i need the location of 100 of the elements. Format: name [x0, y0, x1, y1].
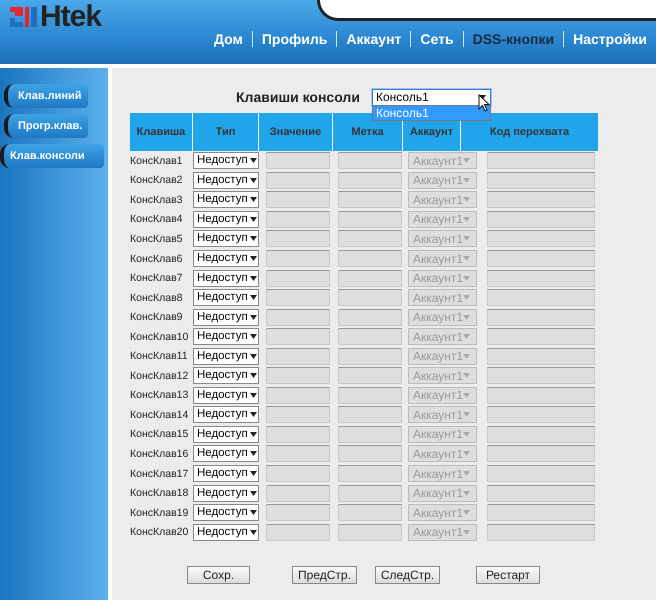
logo-text: Htek — [40, 4, 102, 30]
caret-icon — [250, 392, 257, 398]
key-label: КонсКлав18 — [130, 487, 190, 500]
label-field[interactable] — [338, 484, 402, 502]
caret-icon — [463, 510, 470, 516]
caret-icon — [250, 256, 257, 261]
pickup-code-field[interactable] — [487, 367, 595, 384]
column-header: Тип — [193, 113, 259, 151]
nav-tab[interactable]: Сеть — [411, 31, 463, 47]
caret-icon — [250, 314, 257, 320]
caret-icon — [463, 295, 470, 300]
caret-icon — [463, 412, 470, 418]
key-label: КонсКлав13 — [130, 389, 190, 402]
label-field[interactable] — [338, 230, 402, 248]
nav-tab[interactable]: DSS-кнопки — [464, 31, 564, 47]
pickup-code-field[interactable] — [487, 191, 595, 208]
key-label: КонсКлав2 — [130, 174, 184, 186]
caret-icon — [463, 373, 470, 378]
caret-icon — [463, 197, 470, 202]
nav-tab[interactable]: Аккаунт — [337, 31, 410, 47]
key-label: КонсКлав7 — [130, 272, 184, 284]
pickup-code-field[interactable] — [487, 465, 595, 482]
nav-tab[interactable]: Профиль — [252, 31, 336, 47]
pickup-code-field[interactable] — [487, 250, 595, 267]
caret-icon — [250, 373, 257, 378]
action-button[interactable]: Рестарт — [476, 566, 540, 584]
pickup-code-field[interactable] — [487, 230, 595, 248]
key-label: КонсКлав16 — [130, 448, 190, 460]
caret-icon — [250, 471, 257, 476]
label-field[interactable] — [338, 308, 402, 326]
console-label: Клавиши консоли — [236, 89, 361, 105]
label-field[interactable] — [338, 289, 402, 306]
key-label: КонсКлав10 — [130, 330, 190, 343]
key-label: КонсКлав9 — [130, 311, 184, 324]
caret-icon — [250, 158, 257, 164]
caret-icon — [250, 197, 257, 202]
label-field[interactable] — [338, 406, 402, 424]
caret-icon — [463, 314, 470, 320]
pickup-code-field[interactable] — [487, 386, 595, 404]
label-field[interactable] — [338, 386, 402, 404]
label-field[interactable] — [338, 524, 402, 541]
label-field[interactable] — [338, 270, 402, 287]
action-button[interactable]: СледСтр. — [375, 566, 440, 584]
column-header: Значение — [259, 113, 333, 151]
pickup-code-field[interactable] — [487, 524, 595, 541]
label-field[interactable] — [338, 210, 402, 228]
caret-icon — [463, 276, 470, 281]
nav-tab[interactable]: Дом — [204, 31, 252, 47]
caret-icon — [250, 216, 257, 222]
pickup-code-field[interactable] — [487, 445, 595, 462]
pickup-code-field[interactable] — [487, 406, 595, 424]
sidebar-item[interactable]: Прогр.клав. — [4, 114, 88, 138]
caret-icon — [250, 334, 257, 340]
label-field[interactable] — [338, 426, 402, 443]
pickup-code-field[interactable] — [487, 328, 595, 346]
caret-icon — [250, 510, 257, 516]
column-header: Код перехвата — [488, 125, 570, 140]
label-field[interactable] — [338, 504, 402, 522]
key-label: КонсКлав15 — [130, 428, 190, 440]
label-field[interactable] — [338, 152, 402, 170]
nav-tab[interactable]: Настройки — [564, 31, 656, 47]
action-button[interactable]: ПредСтр. — [292, 566, 357, 584]
key-label: КонсКлав14 — [130, 408, 190, 421]
pickup-code-field[interactable] — [487, 152, 595, 170]
pickup-code-field[interactable] — [487, 426, 595, 443]
label-field[interactable] — [338, 348, 402, 365]
label-field[interactable] — [338, 445, 402, 462]
label-field[interactable] — [338, 328, 402, 346]
console-select[interactable]: Консоль1 — [372, 88, 491, 106]
pickup-code-field[interactable] — [487, 504, 595, 522]
caret-icon — [250, 236, 257, 242]
caret-icon — [250, 451, 257, 456]
sidebar-item[interactable]: Клав.линий — [4, 84, 88, 108]
caret-icon — [250, 490, 257, 496]
caret-icon — [463, 392, 470, 398]
key-label: КонсКлав8 — [130, 292, 184, 304]
caret-icon — [250, 295, 257, 300]
pickup-code-field[interactable] — [487, 289, 595, 306]
label-field[interactable] — [338, 172, 402, 189]
pickup-code-field[interactable] — [487, 270, 595, 287]
action-button[interactable]: Сохр. — [187, 566, 250, 584]
caret-icon — [463, 158, 470, 164]
caret-icon — [463, 451, 470, 456]
caret-icon — [250, 178, 257, 183]
pickup-code-field[interactable] — [487, 308, 595, 326]
pickup-code-field[interactable] — [487, 484, 595, 502]
pickup-code-field[interactable] — [487, 172, 595, 189]
label-field[interactable] — [338, 465, 402, 482]
dropdown-option[interactable]: Консоль1 — [373, 106, 490, 120]
caret-icon — [463, 334, 470, 340]
pickup-code-field[interactable] — [487, 348, 595, 365]
caret-icon — [463, 354, 470, 359]
logo-icon — [9, 6, 39, 28]
sidebar-item[interactable]: Клав.консоли — [0, 144, 104, 168]
pickup-code-field[interactable] — [487, 210, 595, 228]
caret-icon — [463, 530, 470, 535]
label-field[interactable] — [338, 191, 402, 208]
label-field[interactable] — [338, 367, 402, 384]
caret-icon — [463, 216, 470, 222]
label-field[interactable] — [338, 250, 402, 267]
